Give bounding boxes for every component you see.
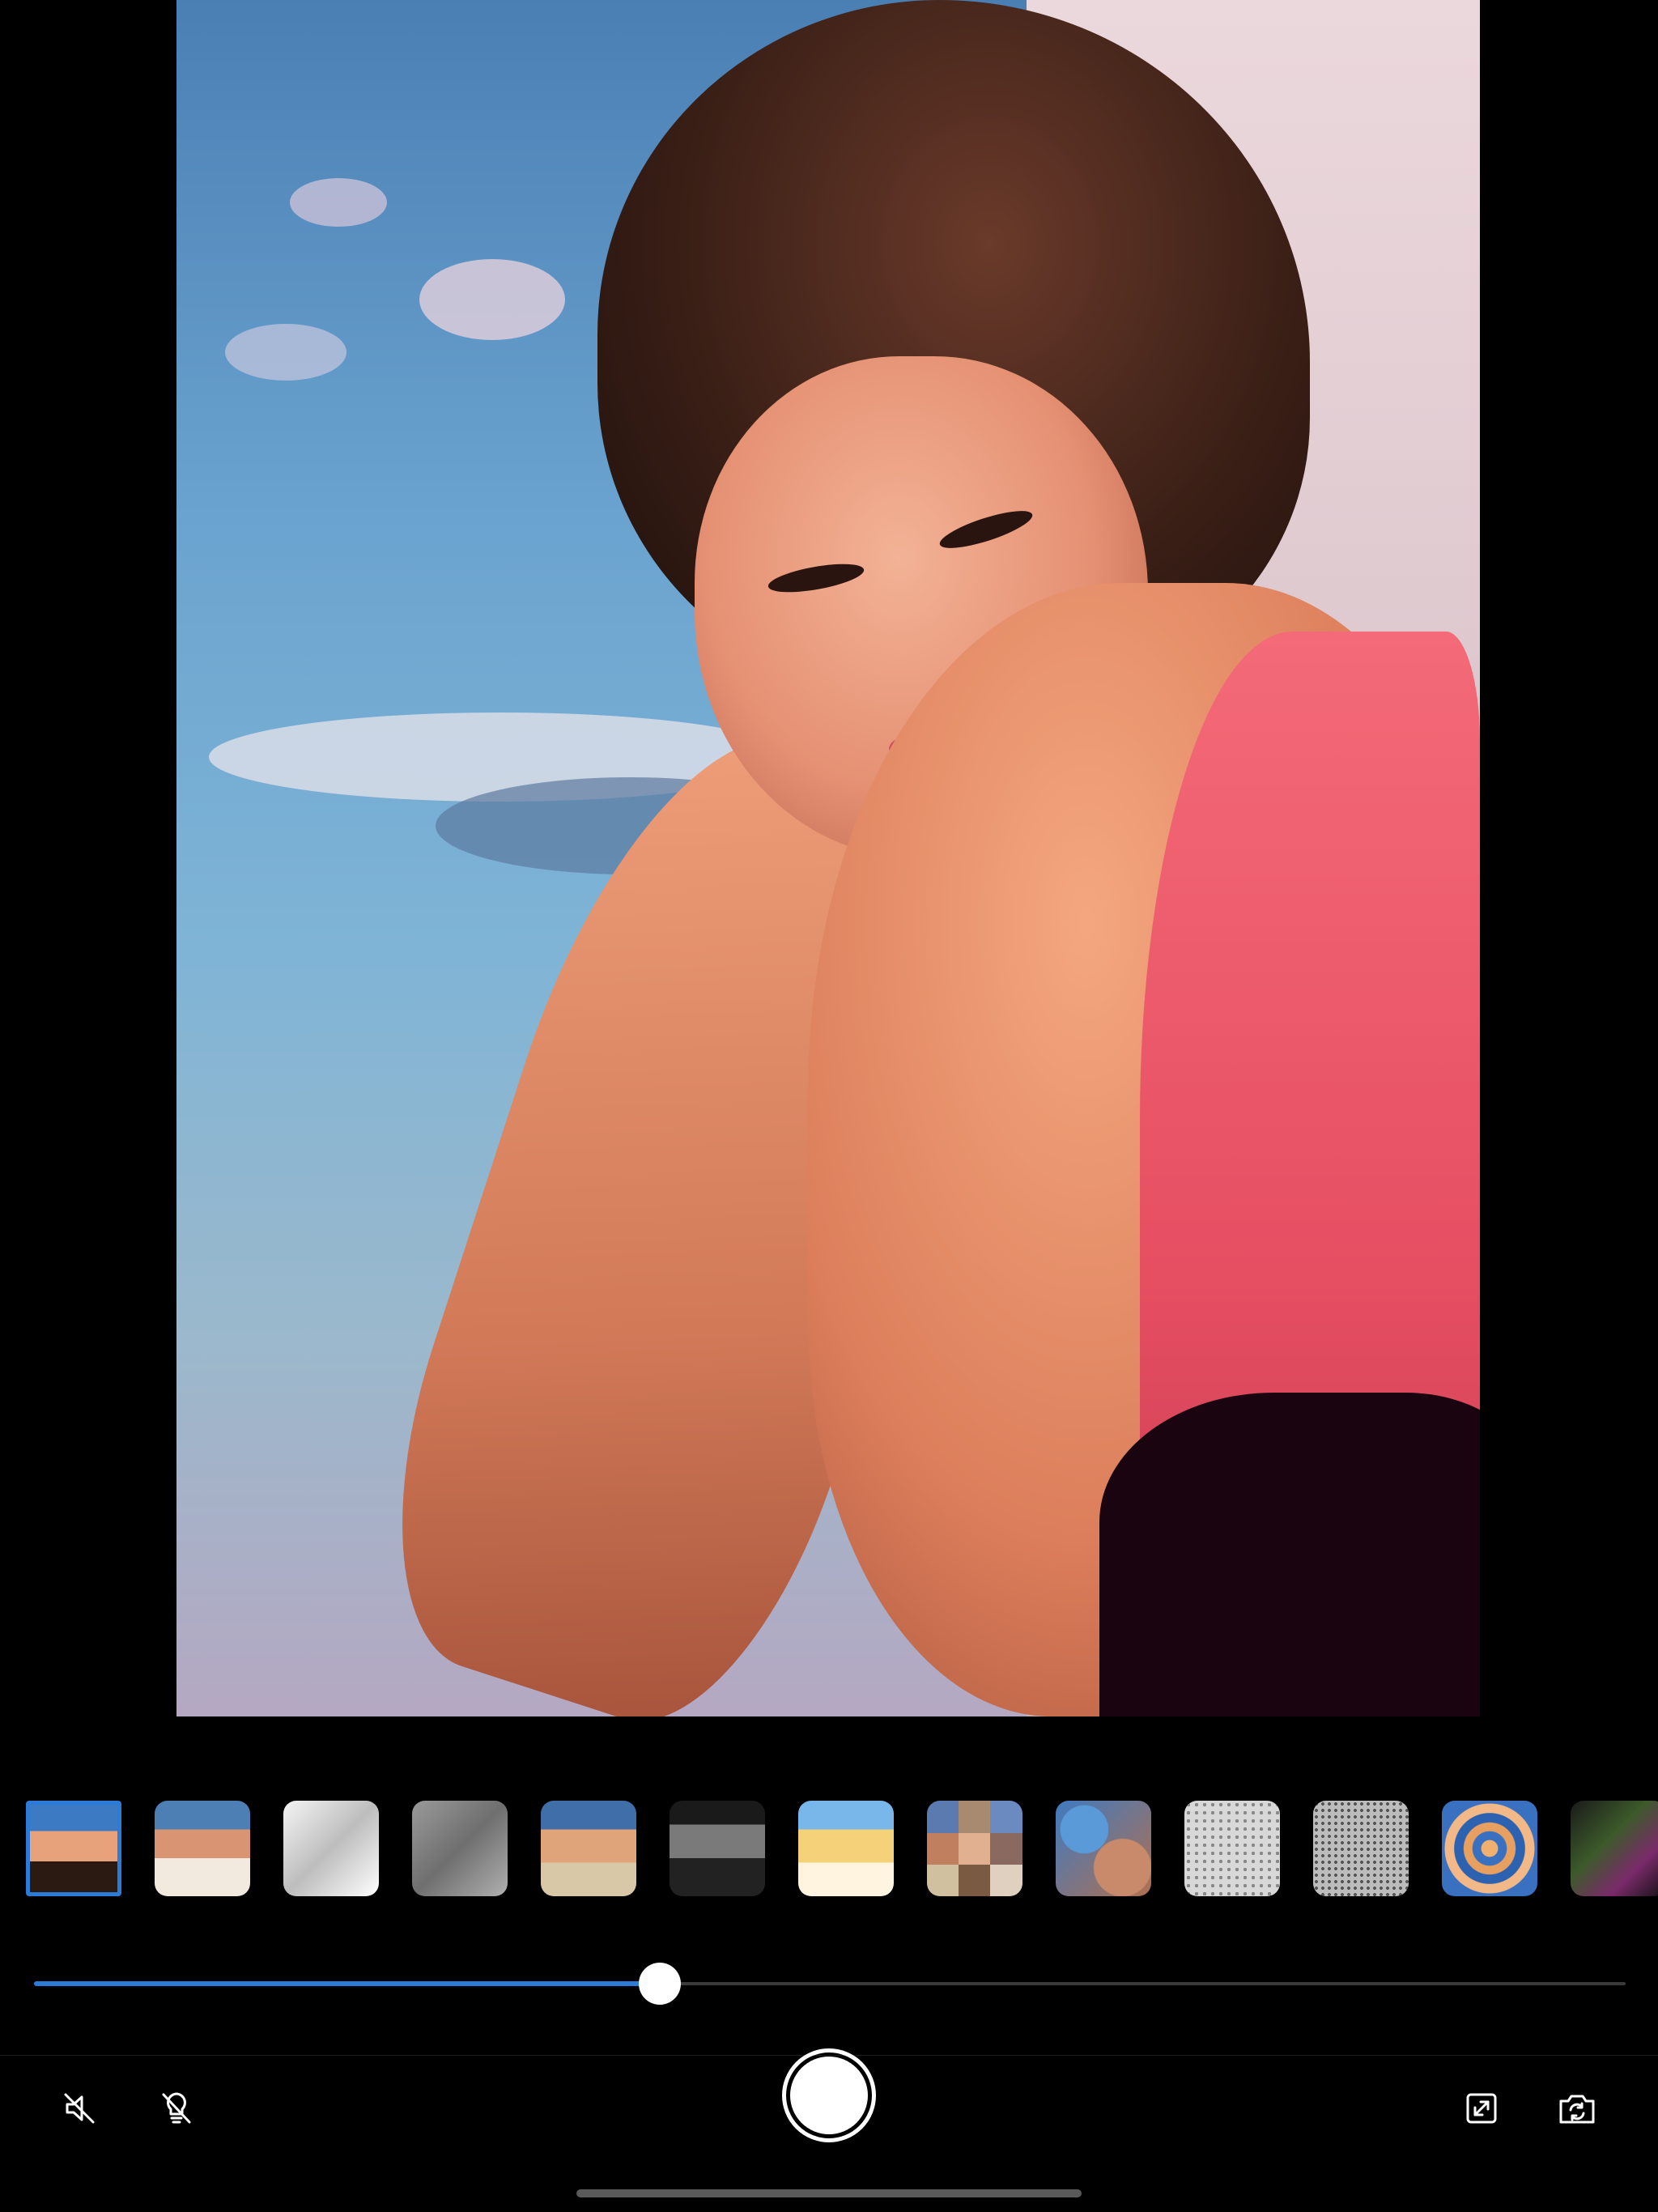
filter-dots-thumb[interactable] bbox=[1313, 1801, 1409, 1896]
filter-warm-thumb[interactable] bbox=[541, 1801, 636, 1896]
home-indicator bbox=[576, 2189, 1082, 2197]
aspect-ratio-icon bbox=[1463, 2090, 1500, 2131]
flash-off-icon bbox=[158, 2090, 195, 2131]
mute-button[interactable] bbox=[55, 2086, 104, 2134]
camera-viewfinder[interactable] bbox=[176, 0, 1480, 1716]
shutter-button[interactable] bbox=[782, 2048, 876, 2142]
filter-strip[interactable] bbox=[0, 1796, 1658, 1896]
filter-mono-thumb[interactable] bbox=[670, 1801, 765, 1896]
filter-twirl-thumb[interactable] bbox=[1442, 1801, 1537, 1896]
filter-neon-thumb[interactable] bbox=[1571, 1801, 1658, 1896]
aspect-ratio-button[interactable] bbox=[1457, 2086, 1506, 2134]
cloud bbox=[225, 324, 346, 381]
filter-halftone-thumb[interactable] bbox=[1184, 1801, 1280, 1896]
shutter-inner bbox=[790, 2057, 868, 2134]
filter-original-thumb[interactable] bbox=[155, 1801, 250, 1896]
mute-icon bbox=[61, 2090, 98, 2131]
filter-sketch-thumb[interactable] bbox=[283, 1801, 379, 1896]
filter-bright-thumb[interactable] bbox=[798, 1801, 894, 1896]
slider-fill bbox=[34, 1981, 660, 1986]
filter-cartoon-thumb[interactable] bbox=[26, 1801, 121, 1896]
filter-crystal-thumb[interactable] bbox=[1056, 1801, 1151, 1896]
filter-emboss-thumb[interactable] bbox=[412, 1801, 508, 1896]
subject-shadow bbox=[1099, 1393, 1480, 1716]
flash-button[interactable] bbox=[152, 2086, 201, 2134]
cloud bbox=[419, 259, 565, 340]
cloud bbox=[290, 178, 387, 227]
intensity-slider[interactable] bbox=[34, 1963, 1626, 2005]
switch-camera-icon bbox=[1557, 2090, 1597, 2131]
slider-knob[interactable] bbox=[638, 1963, 681, 2005]
filter-pixelate-thumb[interactable] bbox=[927, 1801, 1022, 1896]
switch-camera-button[interactable] bbox=[1553, 2086, 1601, 2134]
